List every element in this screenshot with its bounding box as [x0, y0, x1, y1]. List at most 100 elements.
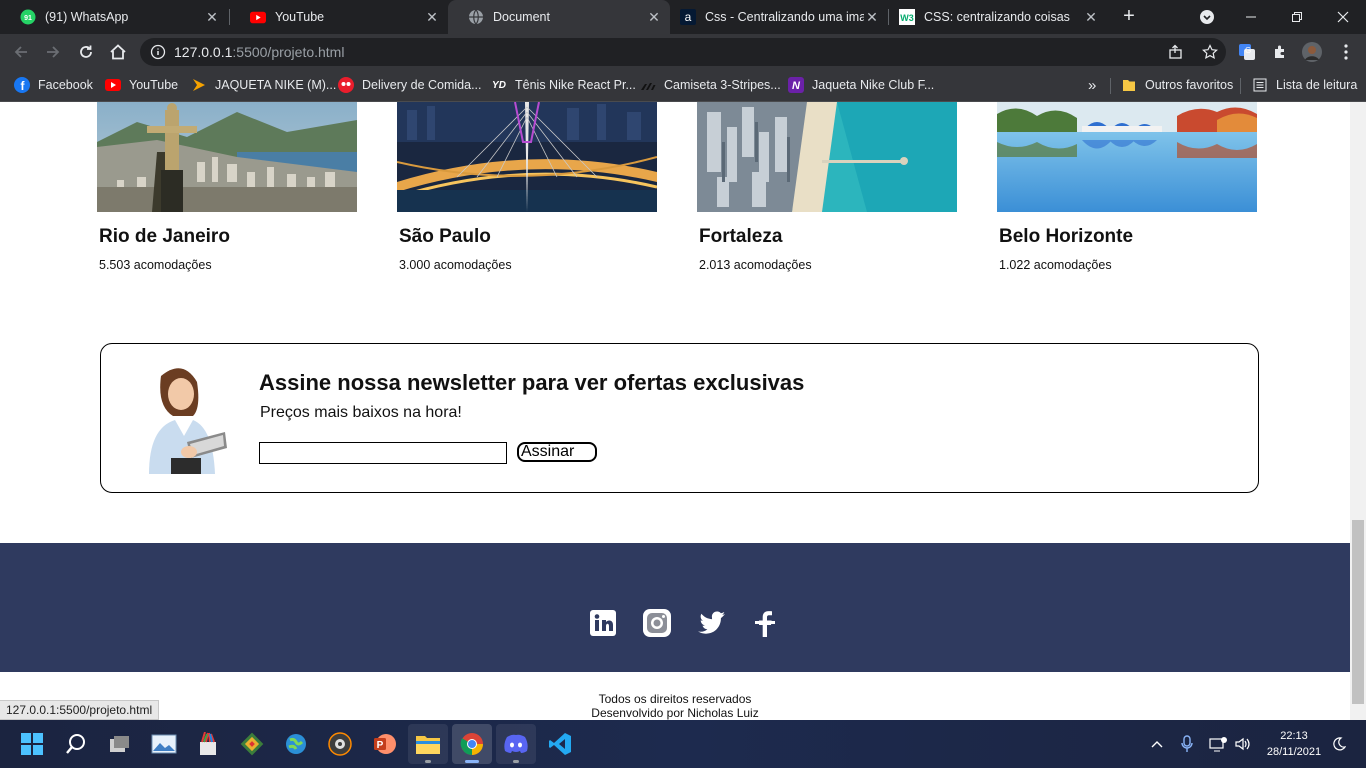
tab-title: Css - Centralizando uma imagem — [705, 10, 864, 24]
photos-app-icon[interactable] — [144, 724, 184, 764]
bookmark-facebook[interactable]: f Facebook — [14, 70, 93, 100]
translate-icon[interactable]: G — [1237, 42, 1257, 62]
globe-app-icon[interactable] — [276, 724, 316, 764]
tab-title: (91) WhatsApp — [45, 10, 129, 24]
minimize-button[interactable] — [1228, 0, 1274, 34]
svg-text:a: a — [685, 10, 692, 24]
bookmark-other-favorites[interactable]: Outros favoritos — [1121, 70, 1233, 100]
home-button[interactable] — [105, 39, 131, 65]
close-tab-icon[interactable]: ✕ — [424, 9, 440, 25]
tab-whatsapp[interactable]: 91 (91) WhatsApp ✕ — [0, 0, 228, 34]
reading-list-icon — [1252, 77, 1268, 93]
newsletter-person-image — [135, 362, 231, 474]
show-hidden-icons[interactable] — [1150, 720, 1164, 768]
bookmark-star-icon[interactable] — [1202, 44, 1218, 60]
facebook-icon[interactable] — [749, 607, 781, 639]
search-icon[interactable] — [56, 724, 96, 764]
bookmark-youtube[interactable]: YouTube — [105, 70, 178, 100]
running-indicator — [425, 760, 431, 763]
discord-icon[interactable] — [496, 724, 536, 764]
city-card[interactable]: Belo Horizonte 1.022 acomodações — [997, 102, 1257, 272]
scrollbar-thumb[interactable] — [1352, 520, 1364, 704]
tab-title: Document — [493, 10, 550, 24]
close-tab-icon[interactable]: ✕ — [646, 9, 662, 25]
git-app-icon[interactable] — [232, 724, 272, 764]
bookmarks-overflow-button[interactable]: » — [1088, 70, 1096, 100]
windows-taskbar: P 22:13 28/11/2021 — [0, 720, 1366, 768]
city-accommodations: 1.022 acomodações — [999, 258, 1112, 272]
twitter-icon[interactable] — [695, 607, 727, 639]
tab-document[interactable]: Document ✕ — [448, 0, 670, 34]
file-explorer-icon[interactable] — [408, 724, 448, 764]
city-accommodations: 5.503 acomodações — [99, 258, 212, 272]
youtube-icon — [250, 9, 266, 25]
city-card[interactable]: São Paulo 3.000 acomodações — [397, 102, 657, 272]
newsletter-email-input[interactable] — [259, 442, 507, 464]
vscode-icon[interactable] — [540, 724, 580, 764]
close-tab-icon[interactable]: ✕ — [204, 9, 220, 25]
address-bar[interactable]: 127.0.0.1:5500/projeto.html — [140, 38, 1226, 66]
newsletter-title: Assine nossa newsletter para ver ofertas… — [259, 370, 805, 395]
city-photo-rio — [97, 102, 357, 212]
page-scrollbar[interactable] — [1350, 102, 1366, 720]
share-icon[interactable] — [1168, 44, 1184, 60]
city-card[interactable]: Rio de Janeiro 5.503 acomodações — [97, 102, 357, 272]
bookmark-label: Camiseta 3-Stripes... — [664, 78, 781, 92]
developer-credit: Desenvolvido por Nicholas Luiz — [591, 706, 759, 720]
chrome-icon[interactable] — [452, 724, 492, 764]
newsletter-subtitle: Preços mais baixos na hora! — [260, 404, 462, 421]
start-button[interactable] — [12, 724, 52, 764]
linkedin-icon[interactable] — [587, 607, 619, 639]
yd-icon: YD — [492, 79, 506, 91]
newsletter-box: Assine nossa newsletter para ver ofertas… — [100, 343, 1259, 493]
bookmark-label: Tênis Nike React Pr... — [515, 78, 636, 92]
city-photo-sao-paulo — [397, 102, 657, 212]
instagram-icon[interactable] — [641, 607, 673, 639]
network-icon[interactable] — [1209, 720, 1227, 768]
city-name: Fortaleza — [699, 226, 783, 247]
whatsapp-icon: 91 — [20, 9, 36, 25]
close-tab-icon[interactable]: ✕ — [1083, 9, 1099, 25]
site-info-icon[interactable] — [150, 44, 166, 60]
volume-icon[interactable] — [1234, 720, 1252, 768]
tab-youtube[interactable]: YouTube ✕ — [230, 0, 448, 34]
paint-app-icon[interactable] — [188, 724, 228, 764]
tab-alura[interactable]: a Css - Centralizando uma imagem ✕ — [670, 0, 888, 34]
restore-button[interactable] — [1274, 0, 1320, 34]
new-tab-button[interactable]: + — [1118, 5, 1140, 27]
avatar[interactable] — [1302, 42, 1322, 62]
facebook-icon: f — [14, 77, 30, 93]
bookmark-ifood[interactable]: Delivery de Comida... — [338, 70, 482, 100]
tab-search-icon[interactable] — [1184, 0, 1230, 34]
ifood-icon — [338, 77, 354, 93]
reading-list-button[interactable]: Lista de leitura — [1252, 70, 1357, 100]
powerpoint-icon[interactable]: P — [364, 724, 404, 764]
task-view-icon[interactable] — [100, 724, 140, 764]
bookmark-tenis-nike[interactable]: YD Tênis Nike React Pr... — [491, 70, 636, 100]
taskbar-clock[interactable]: 22:13 28/11/2021 — [1262, 728, 1326, 760]
bookmark-jaqueta-nike[interactable]: JAQUETA NIKE (M)... — [191, 70, 336, 100]
folder-icon — [1121, 77, 1137, 93]
tab-title: YouTube — [275, 10, 325, 24]
close-window-button[interactable] — [1320, 0, 1366, 34]
bookmark-jaqueta-club[interactable]: N Jaqueta Nike Club F... — [788, 70, 934, 100]
reload-button[interactable] — [73, 39, 99, 65]
subscribe-button[interactable]: Assinar — [517, 442, 597, 462]
notifications-icon[interactable] — [1332, 720, 1346, 768]
menu-icon[interactable] — [1336, 42, 1356, 62]
city-card[interactable]: Fortaleza 2.013 acomodações — [697, 102, 957, 272]
svg-text:G: G — [1245, 46, 1251, 55]
bookmark-label: Outros favoritos — [1145, 78, 1234, 92]
bookmark-camiseta[interactable]: Camiseta 3-Stripes... — [640, 70, 781, 100]
bookmark-label: Jaqueta Nike Club F... — [812, 78, 935, 92]
back-button[interactable] — [8, 39, 34, 65]
microphone-icon[interactable] — [1180, 720, 1194, 768]
media-player-icon[interactable] — [320, 724, 360, 764]
forward-button[interactable] — [40, 39, 66, 65]
browser-tabstrip: 91 (91) WhatsApp ✕ YouTube ✕ Document ✕ … — [0, 0, 1366, 34]
city-photo-fortaleza — [697, 102, 957, 212]
tab-w3schools[interactable]: W3 CSS: centralizando coisas ✕ — [889, 0, 1107, 34]
adidas-icon — [640, 77, 656, 93]
close-tab-icon[interactable]: ✕ — [864, 9, 880, 25]
extensions-icon[interactable] — [1270, 42, 1290, 62]
